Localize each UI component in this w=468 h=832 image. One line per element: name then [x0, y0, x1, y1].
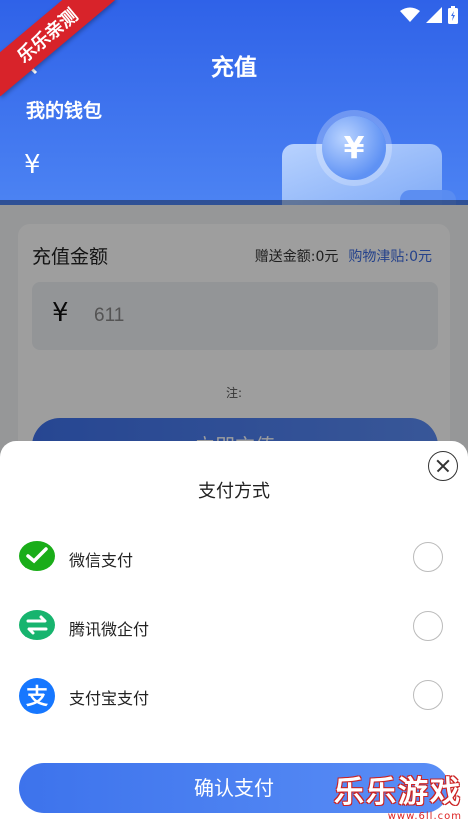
payment-method-title: 支付方式 — [198, 481, 270, 502]
signal-icon — [426, 7, 442, 23]
payment-option-label: 支付宝支付 — [69, 689, 150, 708]
alipay-icon: 支 — [19, 678, 55, 714]
wallet-label: 我的钱包 — [26, 100, 103, 122]
radio-button[interactable] — [413, 611, 443, 641]
payment-option-wechat[interactable]: 微信支付 — [0, 527, 468, 587]
watermark-url: www.6ll.com — [387, 811, 462, 822]
page-title: 充值 — [211, 55, 257, 81]
payment-option-alipay[interactable]: 支 支付宝支付 — [0, 665, 468, 725]
battery-icon — [448, 6, 458, 24]
status-bar — [400, 6, 458, 24]
tencent-qiye-pay-icon — [19, 610, 55, 640]
radio-button[interactable] — [413, 680, 443, 710]
payment-option-label: 腾讯微企付 — [69, 620, 150, 639]
coin-icon: ¥ — [322, 116, 386, 180]
payment-option-label: 微信支付 — [69, 551, 134, 570]
wallet-illustration: ¥ — [282, 112, 468, 205]
payment-option-tencent[interactable]: 腾讯微企付 — [0, 596, 468, 656]
svg-text:支: 支 — [26, 685, 49, 710]
radio-button[interactable] — [413, 542, 443, 572]
wifi-icon — [400, 7, 420, 22]
site-watermark: 乐乐游戏 www.6ll.com — [334, 767, 462, 822]
watermark-title: 乐乐游戏 — [334, 775, 462, 810]
wechat-pay-icon — [19, 541, 55, 571]
balance-currency-symbol: ¥ — [24, 150, 41, 180]
